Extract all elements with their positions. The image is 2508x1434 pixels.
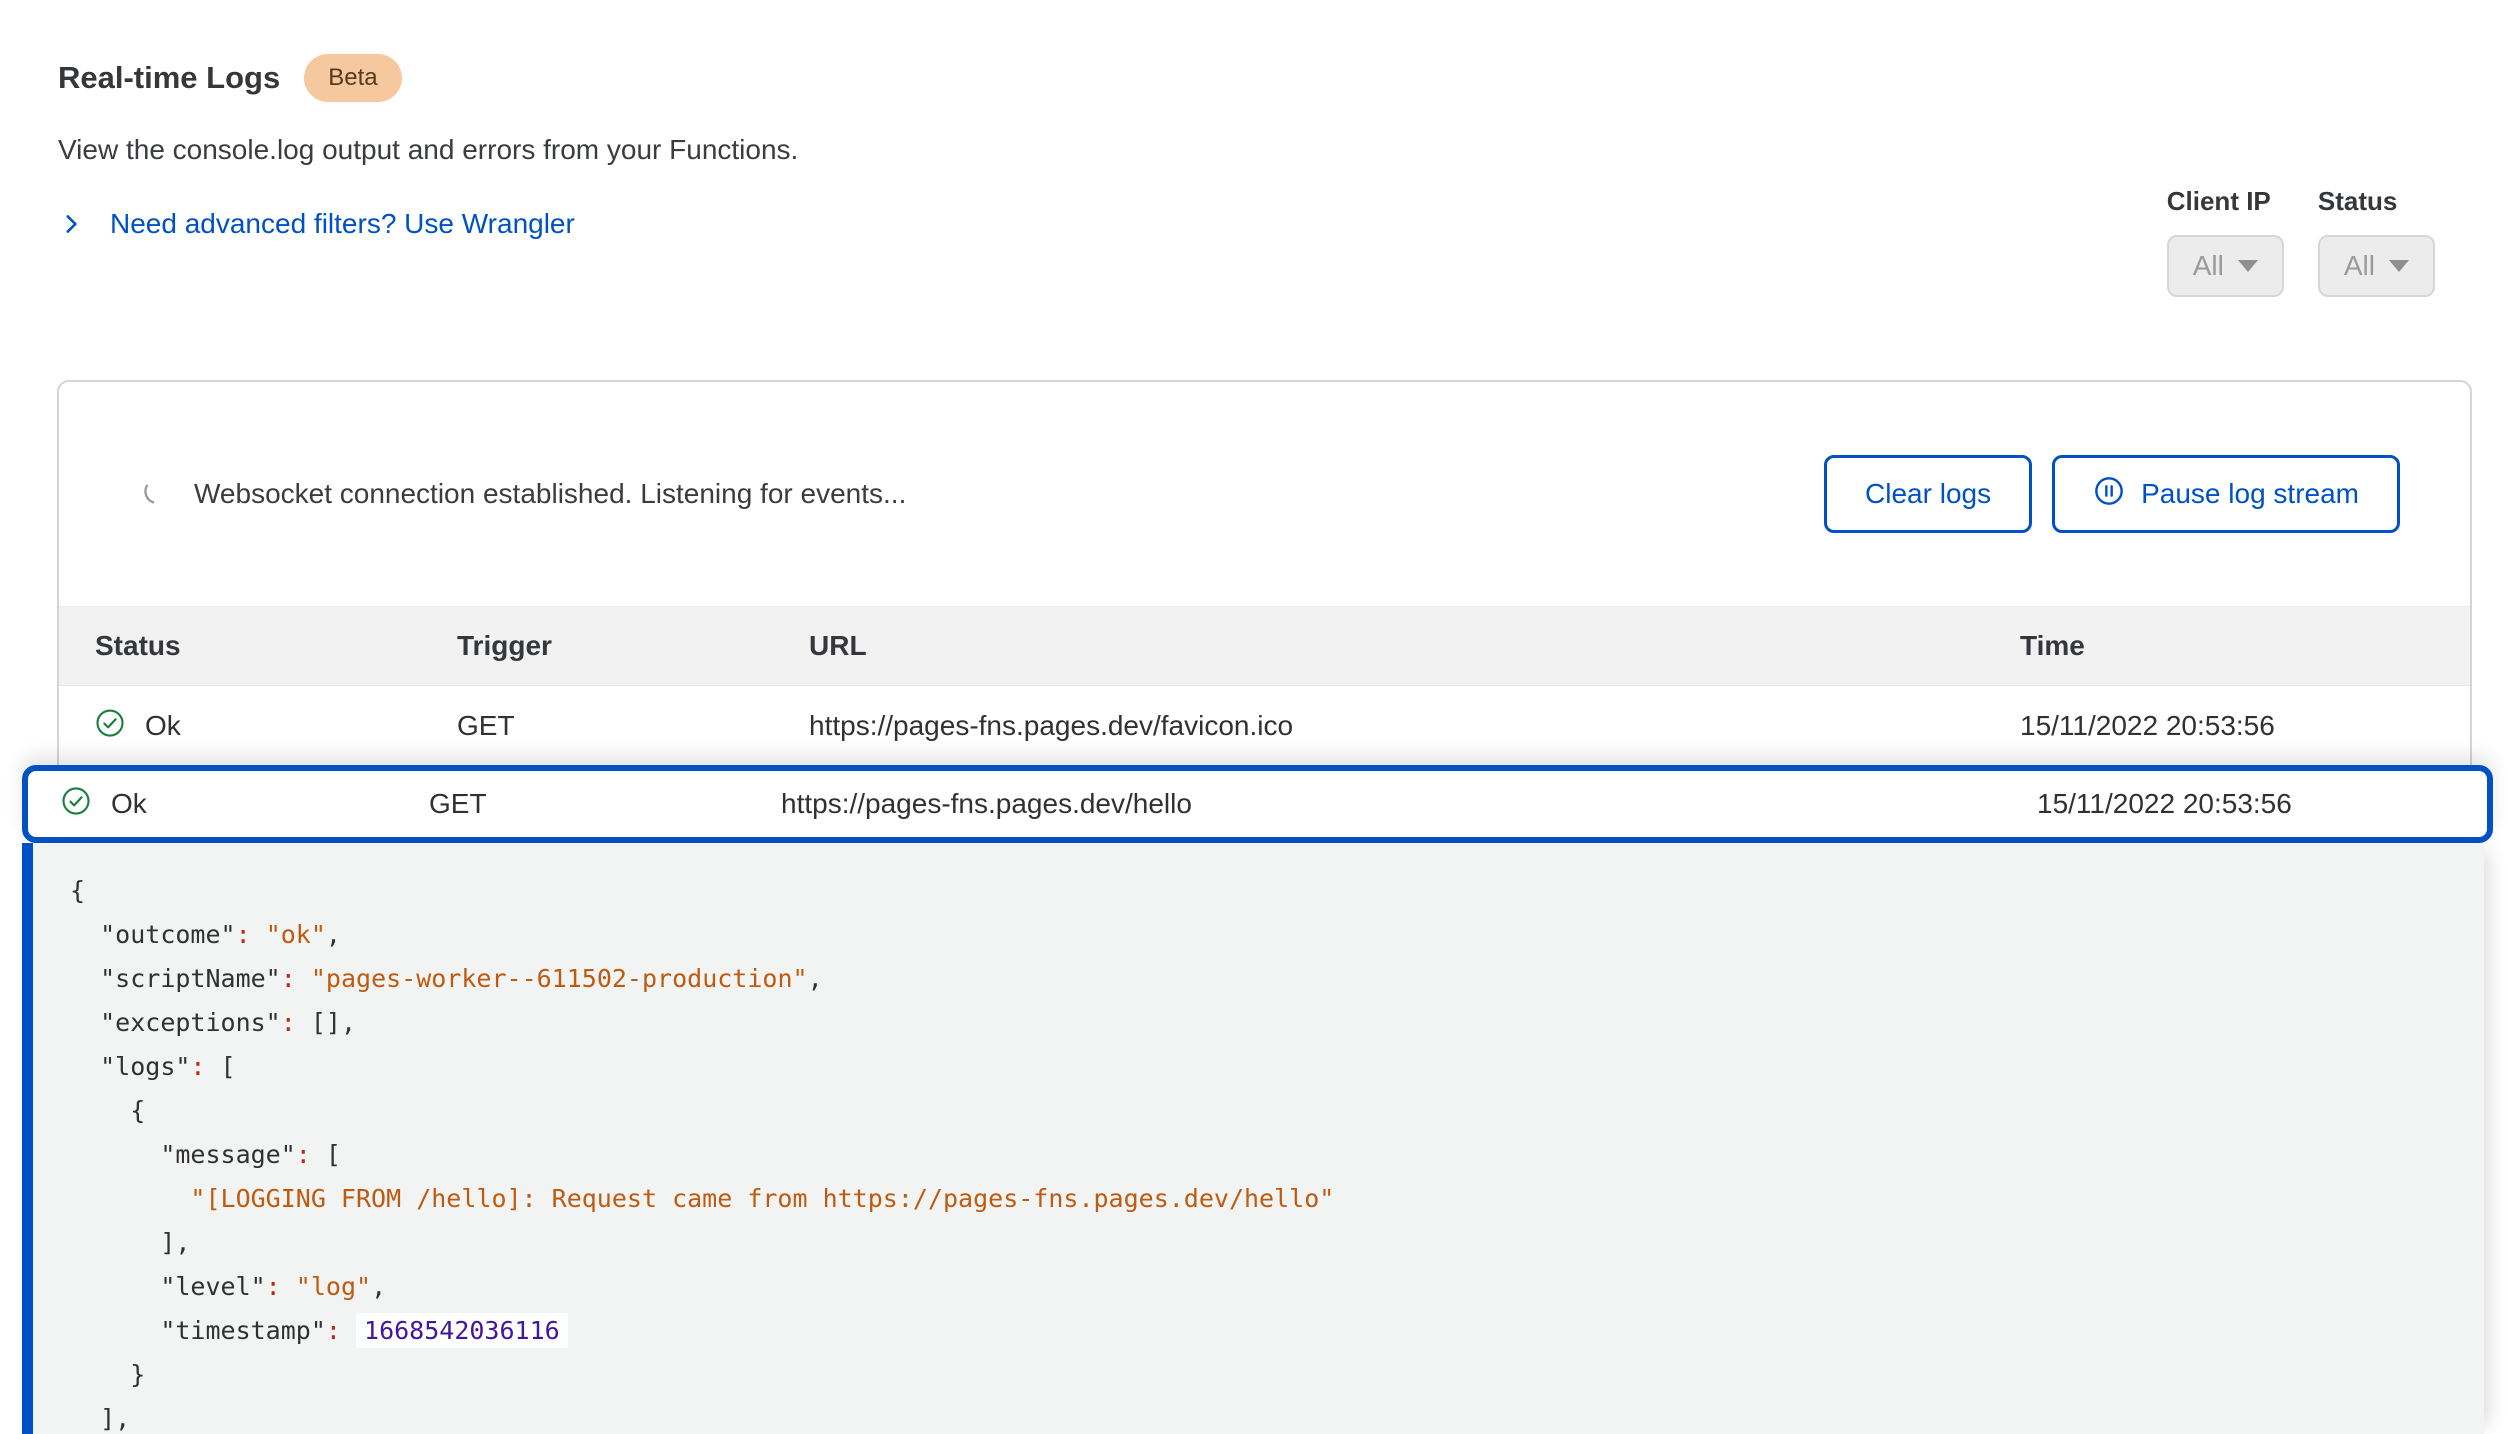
column-header-status: Status bbox=[95, 630, 457, 662]
json-line: "level": "log", bbox=[70, 1265, 2484, 1309]
wrangler-link-label: Need advanced filters? Use Wrangler bbox=[110, 208, 575, 240]
json-line: "[LOGGING FROM /hello]: Request came fro… bbox=[70, 1177, 2484, 1221]
spinner-icon bbox=[142, 477, 170, 512]
json-line: "message": [ bbox=[70, 1133, 2484, 1177]
json-line: "timestamp": 1668542036116 bbox=[70, 1309, 2484, 1353]
json-line: } bbox=[70, 1353, 2484, 1397]
page-header: Real-time Logs Beta View the console.log… bbox=[58, 54, 798, 240]
beta-badge: Beta bbox=[304, 54, 401, 102]
status-text: Ok bbox=[111, 788, 147, 820]
websocket-status-text: Websocket connection established. Listen… bbox=[194, 478, 906, 510]
client-ip-value: All bbox=[2193, 250, 2224, 282]
status-text: Ok bbox=[145, 710, 181, 742]
json-line: "logs": [ bbox=[70, 1045, 2484, 1089]
time-cell: 15/11/2022 20:53:56 bbox=[2020, 710, 2420, 742]
log-row-hello-selected[interactable]: Ok GET https://pages-fns.pages.dev/hello… bbox=[22, 765, 2493, 843]
json-line: "exceptions": [], bbox=[70, 1001, 2484, 1045]
status-cell: Ok bbox=[61, 786, 429, 823]
pause-log-stream-button[interactable]: Pause log stream bbox=[2052, 455, 2400, 533]
client-ip-label: Client IP bbox=[2167, 186, 2271, 217]
json-line: "outcome": "ok", bbox=[70, 913, 2484, 957]
client-ip-dropdown[interactable]: All bbox=[2167, 235, 2284, 297]
status-cell: Ok bbox=[95, 708, 457, 745]
pause-circle-icon bbox=[2093, 475, 2125, 514]
chevron-right-icon bbox=[58, 211, 84, 237]
url-cell: https://pages-fns.pages.dev/favicon.ico bbox=[809, 710, 2020, 742]
status-value: All bbox=[2344, 250, 2375, 282]
time-cell: 15/11/2022 20:53:56 bbox=[2037, 788, 2437, 820]
column-header-trigger: Trigger bbox=[457, 630, 809, 662]
clear-logs-label: Clear logs bbox=[1865, 478, 1991, 510]
column-header-url: URL bbox=[809, 630, 2020, 662]
json-line: { bbox=[70, 1089, 2484, 1133]
page-title: Real-time Logs bbox=[58, 60, 280, 96]
log-json-viewer: { "outcome": "ok", "scriptName": "pages-… bbox=[22, 843, 2484, 1434]
check-circle-icon bbox=[61, 786, 91, 823]
json-line: ], bbox=[70, 1221, 2484, 1265]
filters: Client IP All Status All bbox=[2167, 186, 2435, 297]
status-dropdown[interactable]: All bbox=[2318, 235, 2435, 297]
pause-log-stream-label: Pause log stream bbox=[2141, 478, 2359, 510]
json-line: { bbox=[70, 869, 2484, 913]
expanded-log-entry: Ok GET https://pages-fns.pages.dev/hello… bbox=[22, 765, 2493, 1434]
trigger-cell: GET bbox=[429, 788, 781, 820]
clear-logs-button[interactable]: Clear logs bbox=[1824, 455, 2032, 533]
log-row-favicon[interactable]: Ok GET https://pages-fns.pages.dev/favic… bbox=[59, 686, 2470, 766]
client-ip-filter: Client IP All bbox=[2167, 186, 2284, 297]
log-panel-header: Websocket connection established. Listen… bbox=[59, 382, 2470, 606]
caret-down-icon bbox=[2238, 260, 2258, 272]
status-label: Status bbox=[2318, 186, 2397, 217]
panel-actions: Clear logs Pause log stream bbox=[1824, 455, 2400, 533]
wrangler-link[interactable]: Need advanced filters? Use Wrangler bbox=[58, 208, 798, 240]
status-filter: Status All bbox=[2318, 186, 2435, 297]
check-circle-icon bbox=[95, 708, 125, 745]
log-table-header: Status Trigger URL Time bbox=[59, 606, 2470, 686]
url-cell: https://pages-fns.pages.dev/hello bbox=[781, 788, 2037, 820]
websocket-status: Websocket connection established. Listen… bbox=[142, 477, 906, 512]
trigger-cell: GET bbox=[457, 710, 809, 742]
json-line: "scriptName": "pages-worker--611502-prod… bbox=[70, 957, 2484, 1001]
column-header-time: Time bbox=[2020, 630, 2420, 662]
json-line: ], bbox=[70, 1397, 2484, 1434]
caret-down-icon bbox=[2389, 260, 2409, 272]
page-subtitle: View the console.log output and errors f… bbox=[58, 134, 798, 166]
